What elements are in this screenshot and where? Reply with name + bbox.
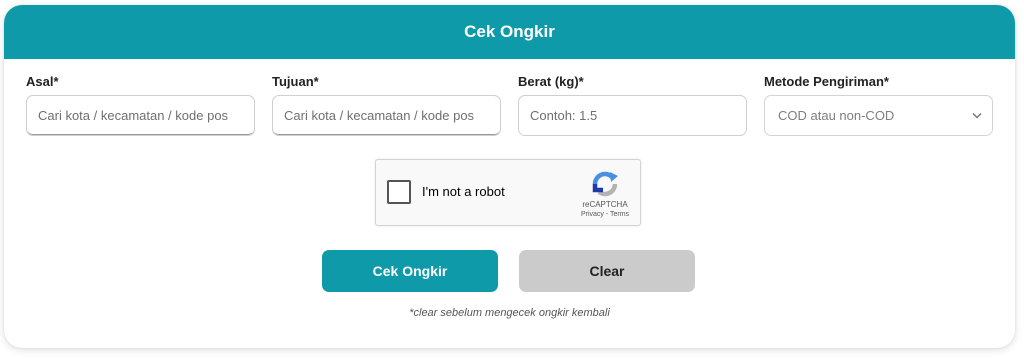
shipping-check-card: Cek Ongkir Asal* Tujuan* Berat (kg)* Met… bbox=[4, 5, 1015, 348]
check-shipping-button[interactable]: Cek Ongkir bbox=[322, 250, 498, 292]
recaptcha-label: I'm not a robot bbox=[422, 184, 505, 199]
weight-label: Berat (kg)* bbox=[518, 74, 584, 89]
weight-input[interactable] bbox=[518, 95, 747, 136]
recaptcha-logo-icon bbox=[590, 169, 620, 204]
page-title: Cek Ongkir bbox=[464, 22, 555, 41]
card-header: Cek Ongkir bbox=[4, 5, 1015, 59]
shipping-method-field: Metode Pengiriman* COD atau non-COD bbox=[764, 74, 993, 136]
origin-input[interactable] bbox=[26, 95, 255, 136]
recaptcha-terms-link[interactable]: Terms bbox=[610, 211, 629, 218]
recaptcha-widget: I'm not a robot reCAPTCHA Privacy - Term… bbox=[375, 159, 641, 226]
clear-button[interactable]: Clear bbox=[519, 250, 695, 292]
destination-input[interactable] bbox=[272, 95, 501, 136]
origin-label: Asal* bbox=[26, 74, 59, 89]
clear-hint-note: *clear sebelum mengecek ongkir kembali bbox=[409, 307, 610, 319]
recaptcha-links: Privacy - Terms bbox=[572, 211, 638, 218]
shipping-method-label: Metode Pengiriman* bbox=[764, 74, 889, 89]
origin-field: Asal* bbox=[26, 74, 255, 136]
chevron-down-icon bbox=[972, 112, 982, 119]
shipping-method-placeholder: COD atau non-COD bbox=[778, 108, 895, 123]
recaptcha-privacy-link[interactable]: Privacy bbox=[581, 211, 604, 218]
weight-field: Berat (kg)* bbox=[518, 74, 747, 136]
shipping-method-select[interactable]: COD atau non-COD bbox=[764, 95, 993, 136]
destination-label: Tujuan* bbox=[272, 74, 319, 89]
recaptcha-brand: reCAPTCHA bbox=[582, 200, 628, 209]
destination-field: Tujuan* bbox=[272, 74, 501, 136]
recaptcha-checkbox[interactable] bbox=[387, 180, 411, 204]
